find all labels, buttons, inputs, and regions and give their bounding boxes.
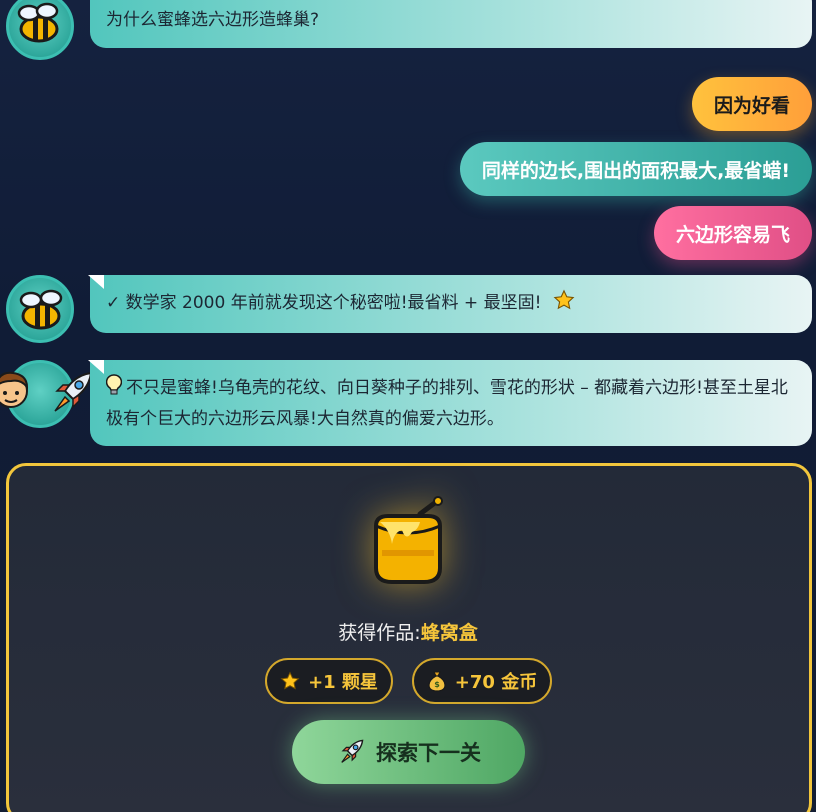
- star-icon: [553, 289, 575, 320]
- coin-reward-text: +70 金币: [454, 672, 538, 693]
- star-icon: [280, 671, 300, 691]
- choice-button-2[interactable]: 同样的边长,围出的面积最大,最省蜡!: [459, 142, 812, 196]
- money-bag-icon: $: [427, 670, 447, 692]
- reward-line: 获得作品:蜂窝盒: [0, 618, 816, 645]
- message-text: ✓ 数学家 2000 年前就发现这个秘密啦!最省料 + 最坚固!: [106, 293, 542, 313]
- message-bubble: 不只是蜜蜂!乌龟壳的花纹、向日葵种子的排列、雪花的形状 – 都藏着六边形!甚至土…: [90, 360, 812, 446]
- bee-avatar: [6, 275, 74, 343]
- star-reward-badge: +1 颗星: [265, 658, 393, 704]
- reward-item-name: 蜂窝盒: [420, 622, 478, 644]
- choice-button-3[interactable]: 六边形容易飞: [653, 206, 812, 260]
- star-reward-text: +1 颗星: [308, 672, 378, 693]
- message-text: 为什么蜜蜂选六边形造蜂巢?: [106, 10, 320, 30]
- coin-reward-badge: $ +70 金币: [412, 658, 552, 704]
- bee-icon: [19, 289, 63, 330]
- reward-label: 获得作品:: [338, 622, 421, 644]
- honey-pot-icon: [362, 496, 454, 588]
- bee-icon: [17, 2, 59, 43]
- message-text: 不只是蜜蜂!乌龟壳的花纹、向日葵种子的排列、雪花的形状 – 都藏着六边形!甚至土…: [106, 378, 788, 429]
- rocket-icon: [336, 737, 366, 767]
- choice-button-1[interactable]: 因为好看: [691, 77, 812, 131]
- bee-avatar: [6, 0, 74, 60]
- message-bubble: ✓ 数学家 2000 年前就发现这个秘密啦!最省料 + 最坚固!: [90, 275, 812, 333]
- boy-icon: [0, 371, 29, 408]
- explore-next-label: 探索下一关: [376, 741, 481, 765]
- lightbulb-icon: [105, 374, 123, 405]
- svg-text:$: $: [434, 680, 440, 689]
- message-bubble: 为什么蜜蜂选六边形造蜂巢?: [90, 0, 812, 48]
- rocket-avatar: [0, 360, 93, 428]
- explore-next-button[interactable]: 探索下一关: [292, 720, 525, 784]
